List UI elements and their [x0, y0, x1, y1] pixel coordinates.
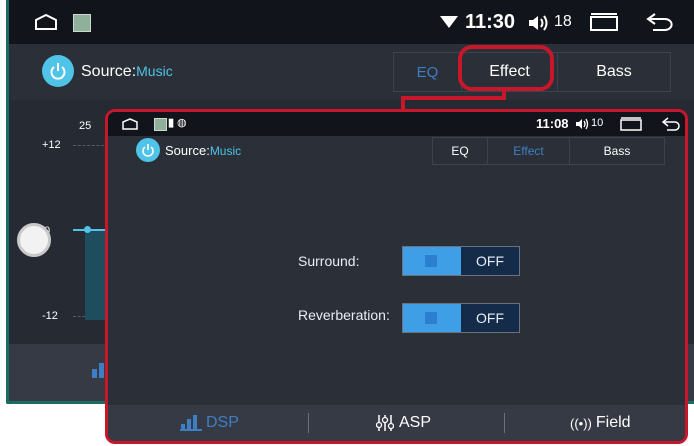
nav-field-label: Field — [595, 414, 631, 431]
nav-asp-label: ASP — [399, 414, 432, 431]
power-icon[interactable] — [136, 138, 160, 162]
speaker-wave-icon: ((•)) — [570, 415, 592, 431]
volume-knob[interactable] — [17, 223, 51, 257]
volume-level: 18 — [554, 13, 572, 30]
source-label: Source:Music — [81, 63, 173, 80]
eq-grid-line — [73, 145, 109, 147]
effect-highlight-outline — [458, 45, 554, 91]
shield-icon: ◍ — [177, 117, 187, 129]
reverberation-label: Reverberation: — [298, 307, 390, 323]
source-value: Music — [209, 144, 242, 158]
equalizer-icon — [180, 415, 202, 431]
eq-top-value: 25 — [79, 120, 92, 132]
gallery-icon — [154, 118, 167, 131]
tab-bass[interactable]: Bass — [558, 53, 670, 91]
home-icon[interactable] — [35, 14, 57, 30]
source-label: Source:Music — [165, 143, 242, 158]
sliders-icon — [376, 415, 394, 431]
nav-divider — [308, 413, 309, 433]
notification-icon: ▮ — [168, 117, 175, 129]
status-bar: 11:30 18 — [9, 0, 694, 44]
effect-popup: ▮ ◍ 11:08 10 Source:Music EQ Effect Bass… — [105, 109, 688, 444]
status-time: 11:08 — [536, 116, 569, 131]
power-icon[interactable] — [42, 55, 74, 87]
reverberation-state: OFF — [461, 304, 519, 332]
recent-apps-icon[interactable] — [589, 13, 619, 31]
nav-asp[interactable]: ASP — [376, 405, 496, 441]
source-value: Music — [136, 63, 173, 79]
eq-minus-label: -12 — [42, 310, 58, 322]
tab-bass[interactable]: Bass — [570, 138, 664, 164]
volume-icon — [529, 15, 548, 31]
recent-apps-icon[interactable] — [620, 117, 642, 131]
eq-curve-point — [84, 226, 91, 233]
volume-level: 10 — [591, 117, 604, 129]
status-time: 11:30 — [465, 11, 516, 33]
bottom-nav: DSP ASP ((•)) Field — [108, 405, 685, 441]
back-icon[interactable] — [645, 12, 675, 32]
header-bar: Source:Music EQ Effect Bass — [9, 44, 694, 100]
popup-status-bar: ▮ ◍ 11:08 10 — [108, 112, 685, 136]
reverberation-toggle[interactable]: OFF — [402, 303, 520, 333]
popup-header-bar: Source:Music EQ Effect Bass — [108, 136, 685, 166]
wifi-icon — [440, 16, 458, 28]
eq-plus-label: +12 — [42, 139, 61, 151]
volume-icon — [576, 118, 589, 130]
nav-dsp-label: DSP — [206, 414, 239, 431]
back-icon[interactable] — [661, 117, 683, 131]
tab-group: EQ Effect Bass — [432, 137, 665, 165]
surround-toggle[interactable]: OFF — [402, 246, 520, 276]
gallery-icon — [73, 14, 91, 32]
home-icon[interactable] — [122, 118, 138, 130]
surround-state: OFF — [461, 247, 519, 275]
tab-effect[interactable]: Effect — [488, 138, 570, 164]
nav-divider — [504, 413, 505, 433]
surround-label: Surround: — [298, 253, 360, 269]
nav-dsp[interactable]: DSP — [180, 405, 300, 441]
nav-field[interactable]: ((•)) Field — [570, 405, 680, 441]
tab-eq[interactable]: EQ — [433, 138, 488, 164]
